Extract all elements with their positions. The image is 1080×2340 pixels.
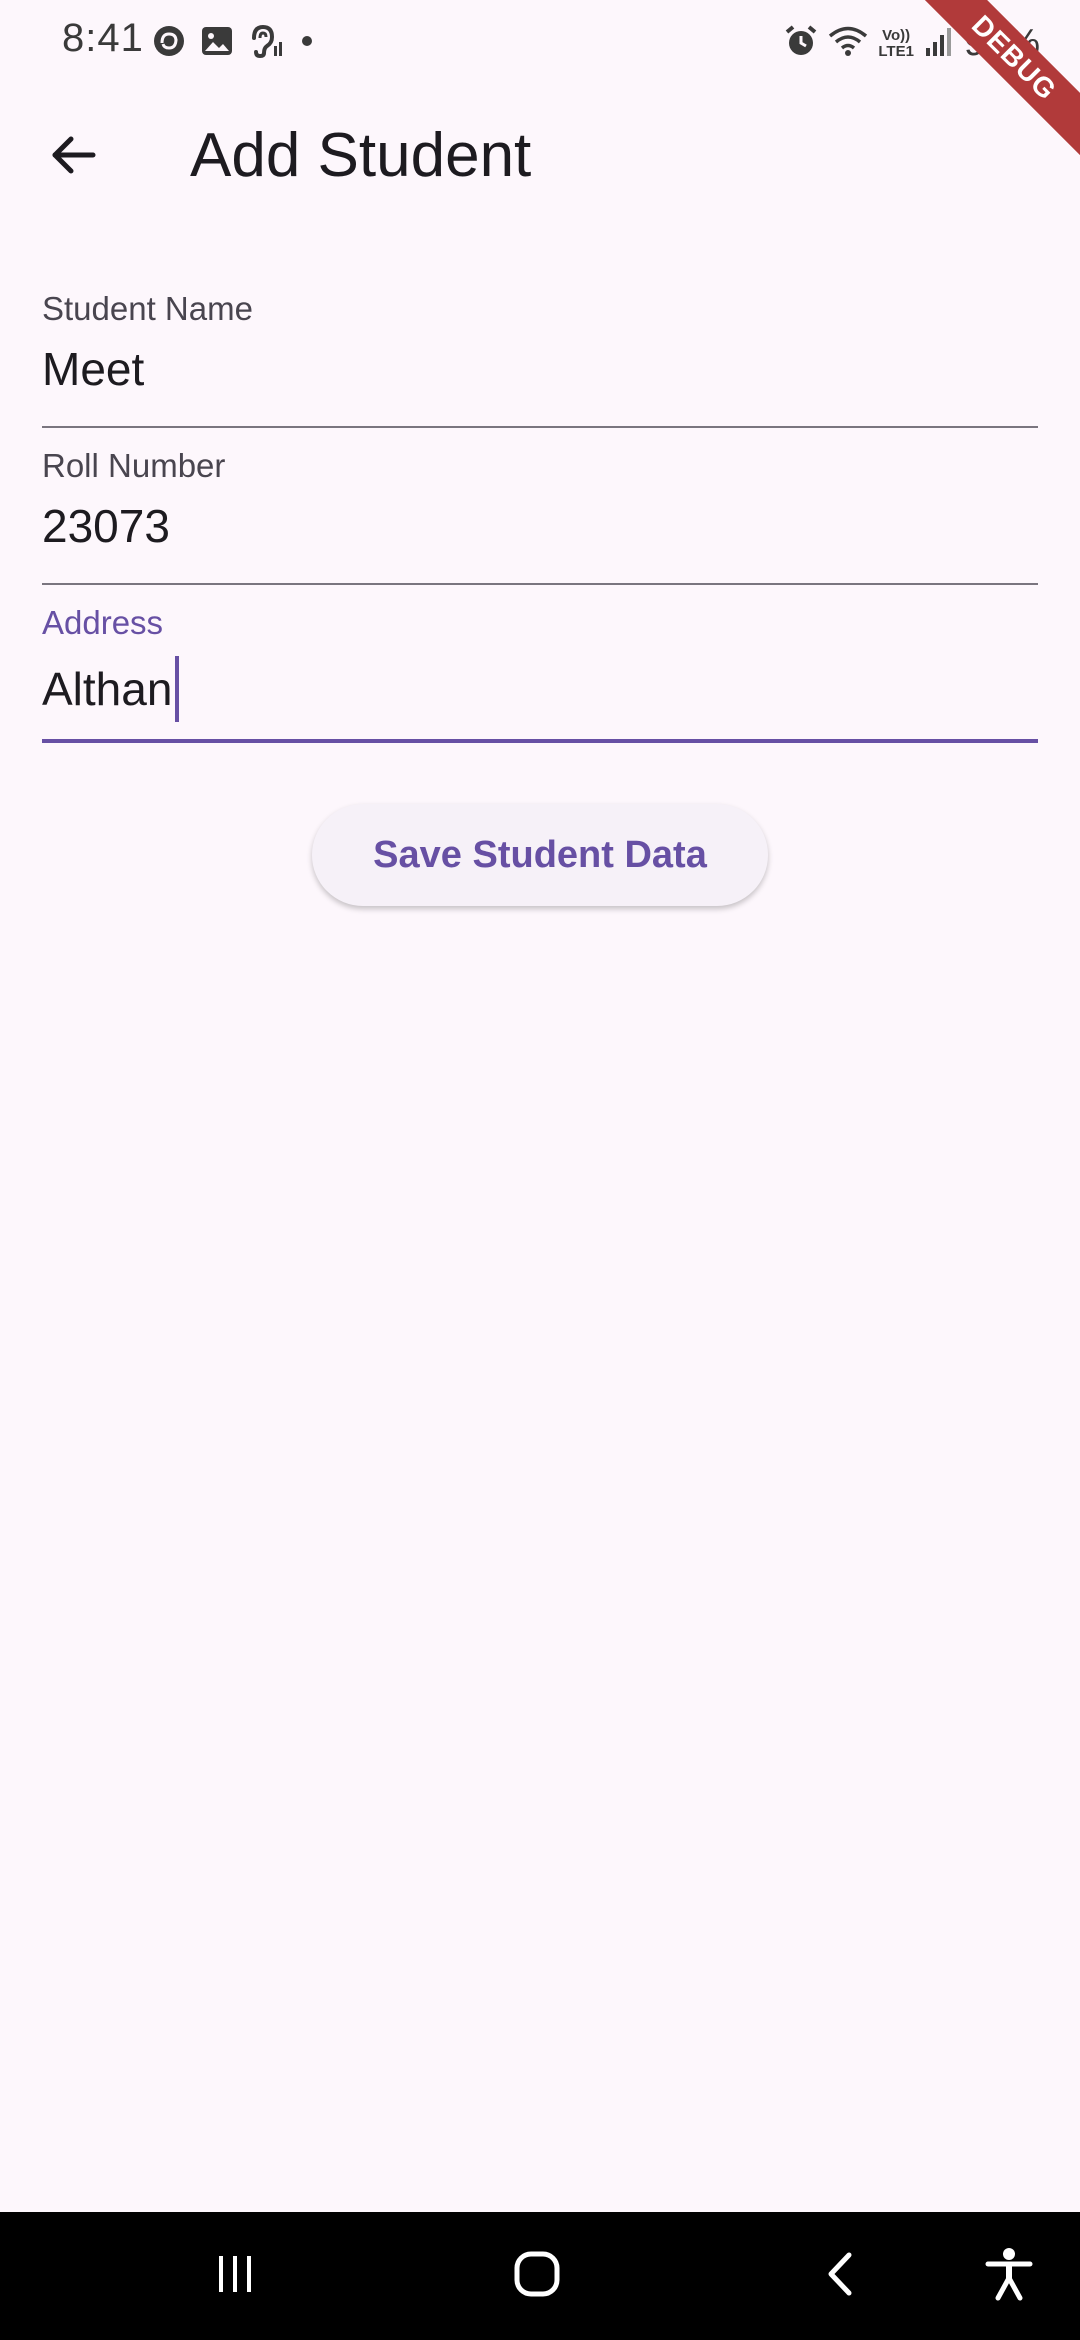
status-time: 8:41 [62,16,144,60]
signal-icon [924,24,954,63]
alarm-icon [784,24,818,63]
roll-number-field[interactable]: Roll Number 23073 [42,447,1038,587]
text-cursor [175,656,180,722]
address-value: Althan [42,663,173,715]
battery-percent: 90% [963,22,1040,64]
app-bar: Add Student [0,82,1080,232]
page-title: Add Student [190,121,532,190]
home-button[interactable] [492,2240,582,2312]
student-name-underline [42,426,1038,428]
address-label: Address [42,604,164,641]
address-field[interactable]: Address Althan [42,604,1038,744]
status-left-icons [152,24,316,63]
address-underline [42,739,1038,743]
hearing-icon [248,24,284,63]
recents-button[interactable] [190,2240,280,2312]
status-right-icons: Vo)) LTE1 90% [784,22,1040,65]
address-input[interactable]: Althan [42,656,180,722]
network-lte-label: LTE1 [878,42,914,60]
arrow-back-icon [49,131,97,184]
network-indicator: Vo)) LTE1 [878,26,914,60]
roll-number-label: Roll Number [42,447,226,484]
accessibility-button[interactable] [964,2240,1054,2312]
system-nav-bar [0,2212,1080,2340]
gallery-icon [200,24,234,63]
accessibility-icon [984,2246,1034,2307]
home-icon [512,2249,562,2304]
student-name-input[interactable]: Meet [42,342,144,396]
roll-number-value: 23073 [42,500,170,552]
student-name-label: Student Name [42,290,253,327]
roll-number-underline [42,583,1038,585]
roll-number-input[interactable]: 23073 [42,499,170,553]
back-icon [821,2249,861,2304]
sync-icon [152,24,186,63]
recents-icon [213,2252,257,2301]
nav-back-button[interactable] [796,2240,886,2312]
status-bar: 8:41 Vo)) LTE1 90% [0,0,1080,82]
back-button[interactable] [36,120,110,194]
save-student-button[interactable]: Save Student Data [312,804,768,906]
student-name-value: Meet [42,343,145,395]
wifi-icon [828,24,868,63]
dot-icon [298,24,316,63]
save-student-button-label: Save Student Data [373,833,707,876]
student-name-field[interactable]: Student Name Meet [42,290,1038,430]
network-volte-label: Vo)) [882,26,911,44]
